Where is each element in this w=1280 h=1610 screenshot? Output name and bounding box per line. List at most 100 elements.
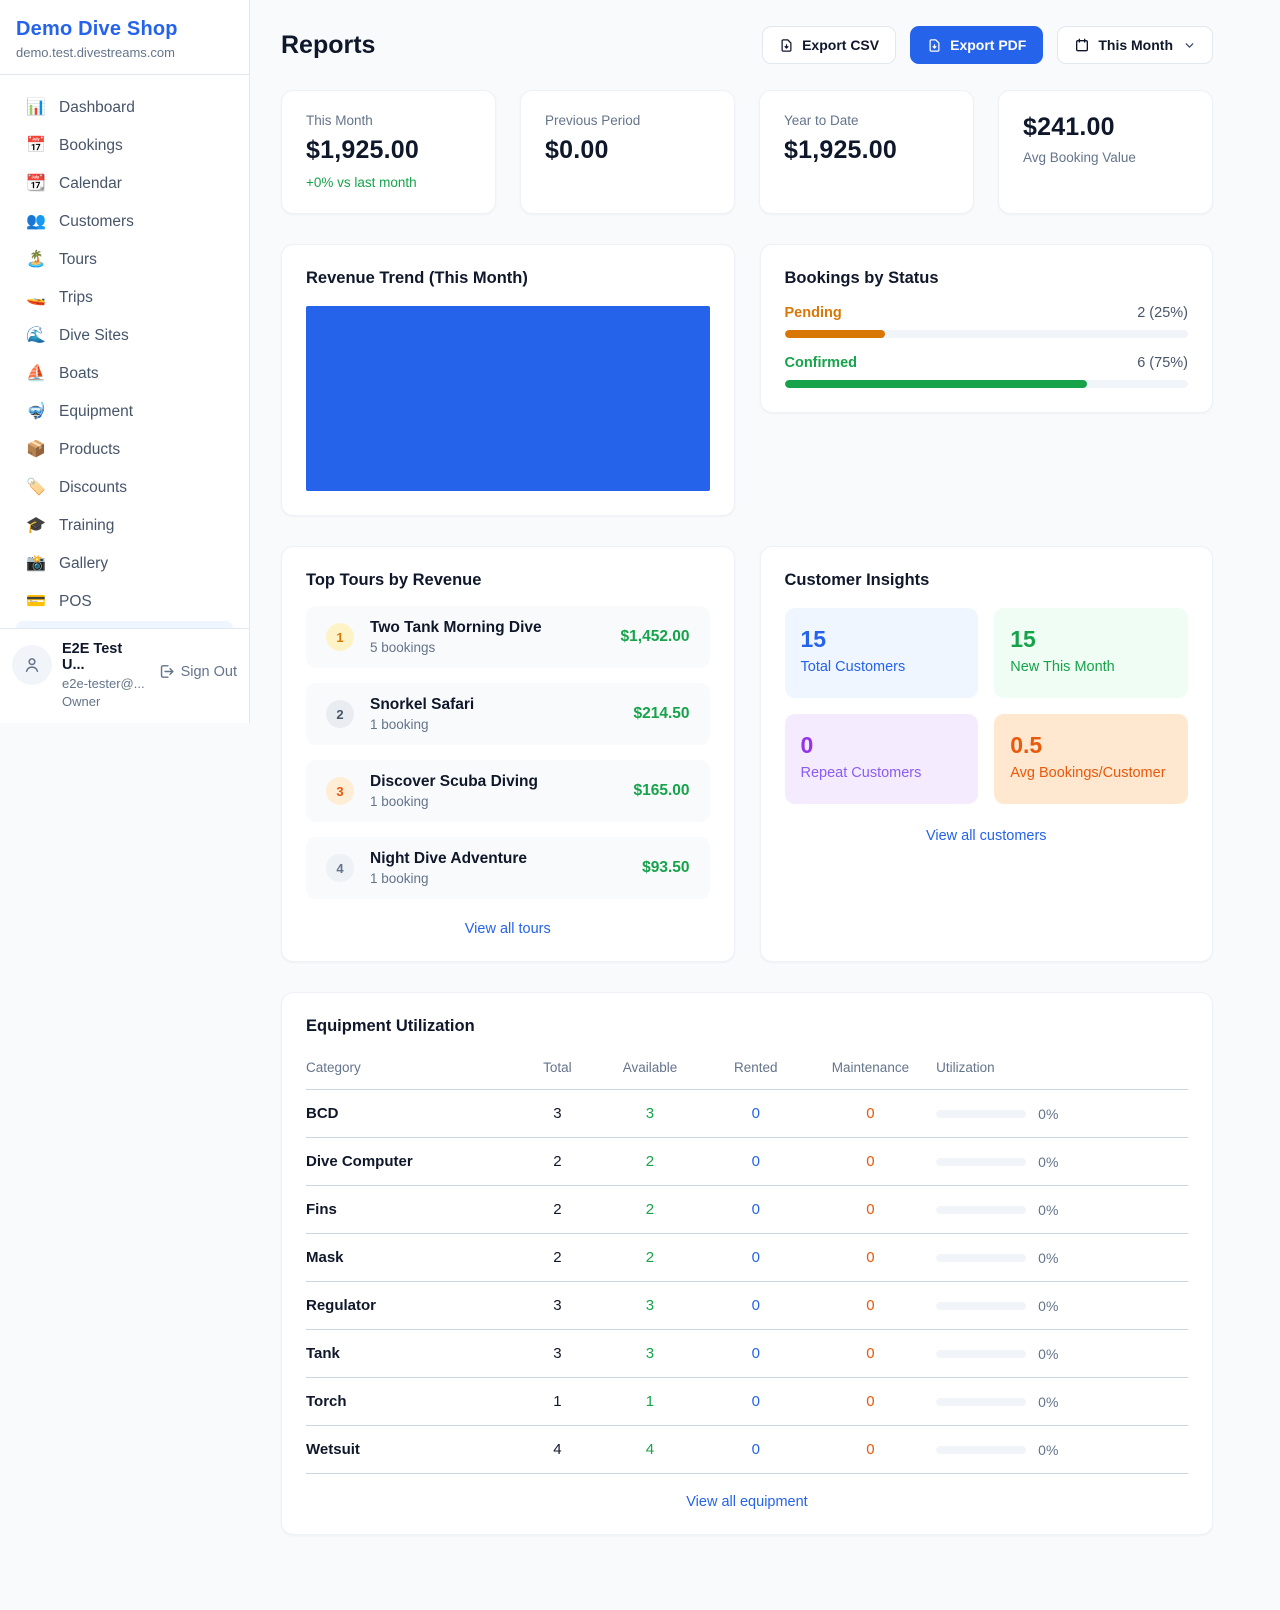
sidebar-item-training[interactable]: 🎓 Training: [8, 507, 241, 545]
customer-insights-card: Customer Insights 15 Total Customers 15 …: [760, 546, 1214, 962]
cell-available: 2: [597, 1234, 703, 1282]
cell-available: 3: [597, 1330, 703, 1378]
cell-rented: 0: [703, 1138, 809, 1186]
utilization-percent: 0%: [1038, 1442, 1058, 1458]
sidebar-item-customers[interactable]: 👥 Customers: [8, 203, 241, 241]
sidebar-item-label: POS: [59, 593, 92, 611]
page-header: Reports Export CSV Export PDF: [281, 26, 1213, 64]
calendar-icon: [1074, 37, 1090, 53]
sidebar-item-dashboard[interactable]: 📊 Dashboard: [8, 89, 241, 127]
cell-available: 2: [597, 1138, 703, 1186]
period-select[interactable]: This Month: [1057, 26, 1213, 64]
file-download-icon: [779, 38, 794, 53]
tag-icon: 🏷️: [26, 480, 46, 496]
view-all-equipment-link[interactable]: View all equipment: [306, 1494, 1188, 1510]
export-pdf-button[interactable]: Export PDF: [910, 26, 1043, 64]
dive-mask-icon: 🤿: [26, 404, 46, 420]
utilization-percent: 0%: [1038, 1394, 1058, 1410]
sidebar-item-bookings[interactable]: 📅 Bookings: [8, 127, 241, 165]
sidebar-item-boats[interactable]: ⛵ Boats: [8, 355, 241, 393]
export-pdf-label: Export PDF: [950, 37, 1026, 53]
tile-value: 15: [801, 626, 963, 653]
sidebar-item-label: Calendar: [59, 175, 122, 193]
sign-out-button[interactable]: Sign Out: [158, 663, 237, 680]
stat-label: This Month: [306, 113, 471, 128]
utilization-bar-track: [936, 1206, 1026, 1214]
cell-available: 1: [597, 1378, 703, 1426]
tour-list-item: 2 Snorkel Safari 1 booking $214.50: [306, 683, 710, 745]
status-bar-fill: [785, 380, 1088, 388]
cell-maintenance: 0: [809, 1090, 932, 1138]
utilization-bar-track: [936, 1110, 1026, 1118]
view-all-customers-link[interactable]: View all customers: [785, 828, 1189, 844]
view-all-tours-link[interactable]: View all tours: [306, 921, 710, 937]
cell-rented: 0: [703, 1186, 809, 1234]
sidebar-item-dive-sites[interactable]: 🌊 Dive Sites: [8, 317, 241, 355]
user-meta: E2E Test U... e2e-tester@... Owner: [62, 641, 148, 709]
equipment-utilization-card: Equipment Utilization Category Total Ava…: [281, 992, 1213, 1535]
cell-total: 1: [518, 1378, 597, 1426]
cell-maintenance: 0: [809, 1330, 932, 1378]
sidebar-item-reports-partial[interactable]: [16, 621, 233, 628]
rank-badge: 4: [326, 854, 354, 882]
utilization-percent: 0%: [1038, 1250, 1058, 1266]
shop-name-link[interactable]: Demo Dive Shop: [16, 18, 233, 41]
stat-label: Previous Period: [545, 113, 710, 128]
sidebar-item-label: Dive Sites: [59, 327, 129, 345]
stat-card-avg-booking-value: $241.00 Avg Booking Value: [998, 90, 1213, 214]
customer-insights-title: Customer Insights: [785, 571, 1189, 590]
sidebar-item-label: Trips: [59, 289, 93, 307]
sidebar-item-trips[interactable]: 🚤 Trips: [8, 279, 241, 317]
export-csv-button[interactable]: Export CSV: [762, 26, 896, 64]
bookings-status-title: Bookings by Status: [785, 269, 1189, 288]
sidebar-item-equipment[interactable]: 🤿 Equipment: [8, 393, 241, 431]
table-row: BCD 3 3 0 0 0%: [306, 1090, 1188, 1138]
cell-rented: 0: [703, 1234, 809, 1282]
table-row: Fins 2 2 0 0 0%: [306, 1186, 1188, 1234]
page-title: Reports: [281, 31, 375, 60]
utilization-percent: 0%: [1038, 1298, 1058, 1314]
stat-card-this-month: This Month $1,925.00 +0% vs last month: [281, 90, 496, 214]
table-row: Dive Computer 2 2 0 0 0%: [306, 1138, 1188, 1186]
sidebar-item-gallery[interactable]: 📸 Gallery: [8, 545, 241, 583]
equipment-table: Category Total Available Rented Maintena…: [306, 1050, 1188, 1474]
cell-total: 3: [518, 1330, 597, 1378]
speedboat-icon: 🚤: [26, 290, 46, 306]
revenue-trend-title: Revenue Trend (This Month): [306, 269, 710, 288]
sidebar-item-tours[interactable]: 🏝️ Tours: [8, 241, 241, 279]
tour-list-item: 1 Two Tank Morning Dive 5 bookings $1,45…: [306, 606, 710, 668]
cell-category: Regulator: [306, 1282, 518, 1330]
cell-utilization: 0%: [932, 1138, 1188, 1186]
sidebar-item-pos[interactable]: 💳 POS: [8, 583, 241, 621]
bookings-status-card: Bookings by Status Pending 2 (25%) Confi…: [760, 244, 1214, 413]
table-row: Torch 1 1 0 0 0%: [306, 1378, 1188, 1426]
column-header-available: Available: [597, 1050, 703, 1090]
sidebar-item-label: Boats: [59, 365, 99, 383]
stat-card-year-to-date: Year to Date $1,925.00: [759, 90, 974, 214]
tour-list-item: 3 Discover Scuba Diving 1 booking $165.0…: [306, 760, 710, 822]
camera-icon: 📸: [26, 556, 46, 572]
file-download-icon: [927, 38, 942, 53]
cell-rented: 0: [703, 1330, 809, 1378]
tile-label: Avg Bookings/Customer: [1010, 765, 1172, 781]
cell-maintenance: 0: [809, 1234, 932, 1282]
tile-total-customers: 15 Total Customers: [785, 608, 979, 698]
utilization-percent: 0%: [1038, 1346, 1058, 1362]
tour-info: Snorkel Safari 1 booking: [370, 696, 617, 732]
tile-value: 0.5: [1010, 732, 1172, 759]
rank-badge: 3: [326, 777, 354, 805]
tile-avg-bookings-customer: 0.5 Avg Bookings/Customer: [994, 714, 1188, 804]
sidebar-item-discounts[interactable]: 🏷️ Discounts: [8, 469, 241, 507]
sidebar-item-label: Discounts: [59, 479, 127, 497]
sidebar-item-calendar[interactable]: 📆 Calendar: [8, 165, 241, 203]
sidebar-nav: 📊 Dashboard 📅 Bookings 📆 Calendar 👥 Cust…: [0, 75, 249, 628]
status-value: 6 (75%): [1137, 355, 1188, 371]
insight-grid: 15 Total Customers 15 New This Month 0 R…: [785, 608, 1189, 804]
status-value: 2 (25%): [1137, 305, 1188, 321]
sidebar-item-products[interactable]: 📦 Products: [8, 431, 241, 469]
sidebar: Demo Dive Shop demo.test.divestreams.com…: [0, 0, 250, 723]
cell-available: 3: [597, 1090, 703, 1138]
status-row-pending: Pending 2 (25%): [785, 305, 1189, 321]
stats-row: This Month $1,925.00 +0% vs last month P…: [281, 90, 1213, 214]
tour-amount: $214.50: [633, 705, 689, 723]
